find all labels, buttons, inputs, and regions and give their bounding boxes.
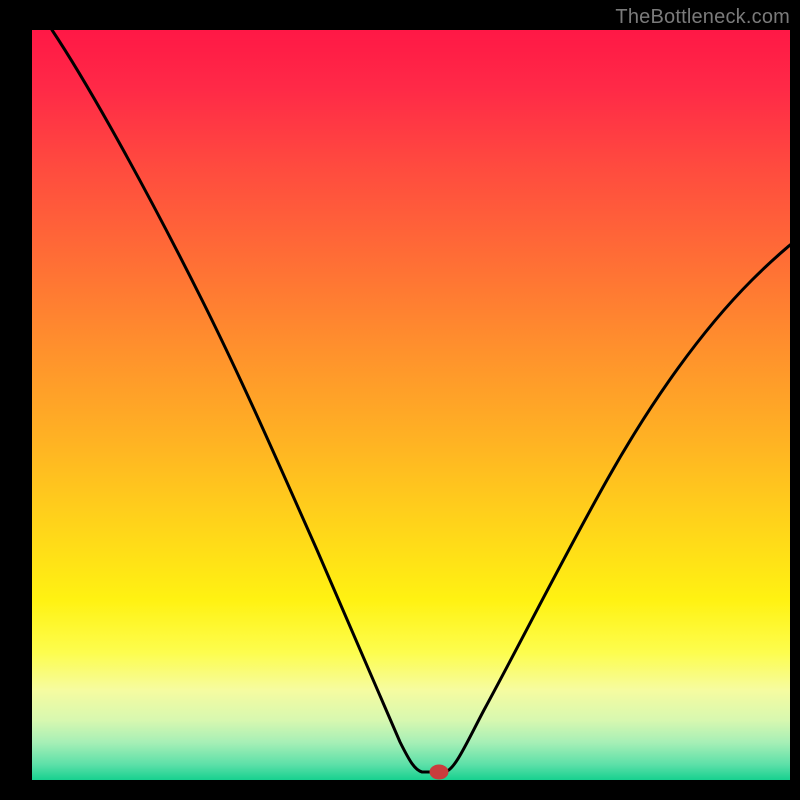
- attribution-label: TheBottleneck.com: [615, 6, 790, 29]
- minimum-marker: [430, 765, 448, 779]
- bottleneck-curve: [32, 30, 790, 780]
- chart-frame: TheBottleneck.com: [0, 0, 800, 800]
- plot-area: [32, 30, 790, 780]
- curve-path: [52, 30, 790, 772]
